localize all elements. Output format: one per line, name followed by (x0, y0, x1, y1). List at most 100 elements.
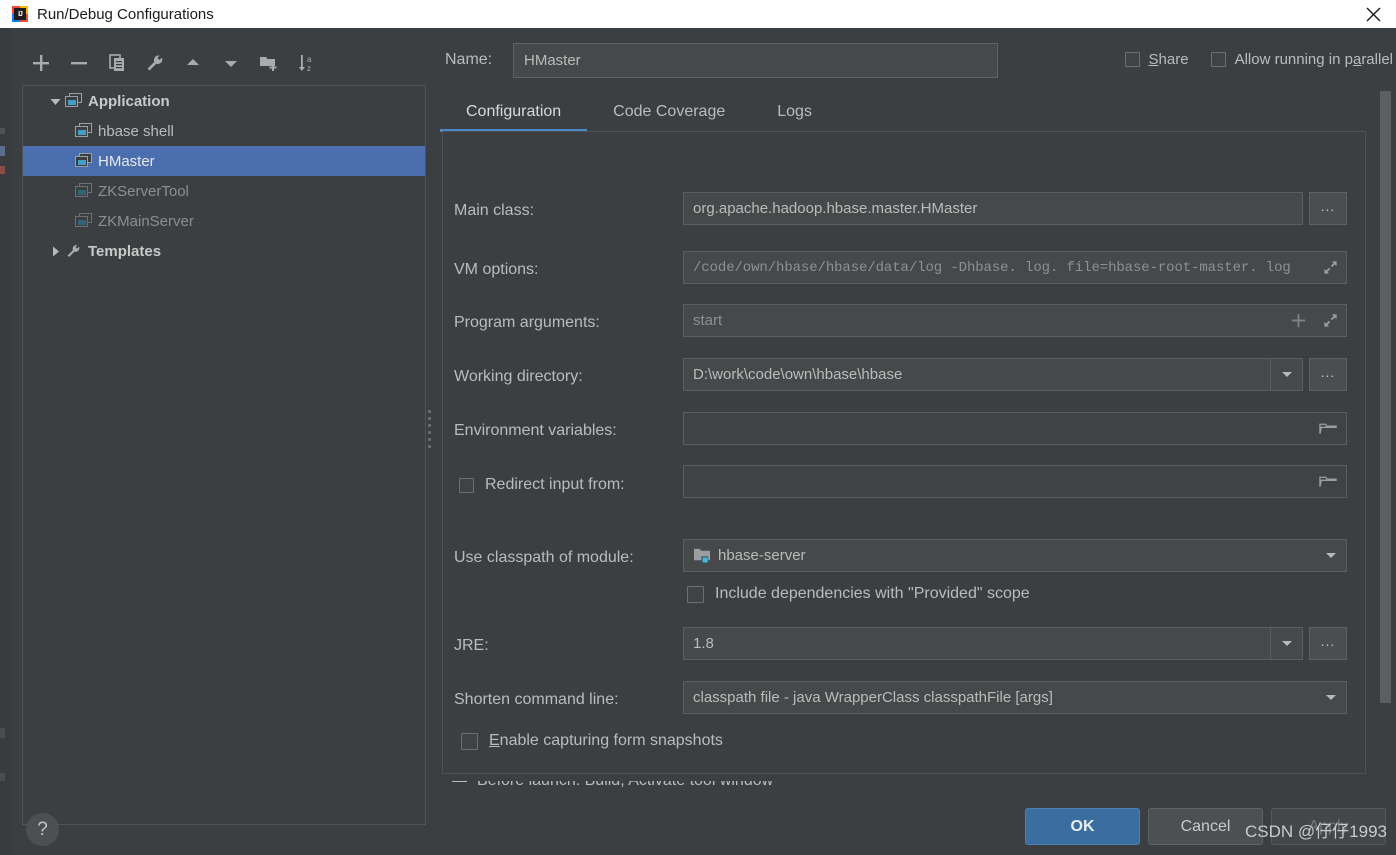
plus-icon[interactable] (1286, 305, 1310, 336)
share-checkbox[interactable]: Share (1124, 51, 1189, 68)
tab-label: Logs (777, 103, 812, 120)
move-up-button[interactable] (174, 46, 212, 80)
tree-node-hmaster[interactable]: HMaster (23, 146, 425, 176)
tab-configuration[interactable]: Configuration (440, 93, 588, 132)
sort-alphabetically-button[interactable]: a z (288, 46, 326, 80)
tree-node-label: HMaster (98, 152, 155, 170)
allow-parallel-checkbox-box[interactable] (1210, 52, 1226, 67)
include-provided-checkbox[interactable]: Include dependencies with "Provided" sco… (687, 585, 1030, 603)
tab-logs[interactable]: Logs (751, 93, 838, 131)
tree-node-zkmainserver[interactable]: ZKMainServer (23, 206, 425, 236)
environment-variables-input[interactable] (683, 412, 1347, 445)
chevron-down-icon[interactable] (1315, 682, 1346, 713)
name-row: Name: HMaster Share Allow running in par… (440, 43, 1396, 79)
browse-ellipsis-label: ... (1320, 197, 1336, 214)
chevron-down-icon[interactable] (1270, 628, 1302, 659)
include-provided-checkbox-box[interactable] (687, 585, 704, 603)
top-checkboxes: Share Allow running in parallel (1124, 51, 1393, 68)
close-icon[interactable] (1350, 0, 1396, 28)
move-down-button[interactable] (212, 46, 250, 80)
tree-node-label: Application (88, 92, 170, 110)
working-directory-browse-button[interactable]: ... (1309, 358, 1347, 391)
tree-node-application[interactable]: Application (23, 86, 425, 116)
working-directory-label: Working directory: (454, 368, 583, 385)
redirect-input-field[interactable] (683, 465, 1347, 498)
vertical-scrollbar[interactable] (1380, 91, 1391, 741)
tab-code-coverage[interactable]: Code Coverage (587, 93, 751, 131)
tree-node-zkservertool[interactable]: ZKServerTool (23, 176, 425, 206)
tree-node-hbase-shell[interactable]: hbase shell (23, 116, 425, 146)
tree-node-label: ZKServerTool (98, 182, 189, 200)
new-folder-button[interactable] (250, 46, 288, 80)
module-folder-icon (691, 547, 713, 565)
classpath-module-combo[interactable]: hbase-server (683, 539, 1347, 572)
application-icon (75, 213, 93, 229)
ok-button-label: OK (1070, 817, 1095, 835)
application-icon (75, 123, 93, 139)
scrollbar-thumb[interactable] (1380, 91, 1391, 703)
working-directory-value: D:\work\code\own\hbase\hbase (693, 366, 903, 383)
configurations-tree[interactable]: Application hbase shell HMaster ZKServer… (22, 85, 426, 825)
help-button[interactable]: ? (26, 813, 59, 846)
form-snapshots-checkbox-box[interactable] (461, 732, 478, 750)
program-arguments-label: Program arguments: (454, 314, 600, 331)
redirect-input-checkbox[interactable]: Redirect input from: (459, 476, 625, 494)
browse-ellipsis-label: ... (1320, 363, 1336, 380)
tree-node-label: hbase shell (98, 122, 174, 140)
intellij-idea-icon: IJ (12, 6, 28, 22)
chevron-down-icon[interactable] (1270, 359, 1302, 390)
title-bar: IJ Run/Debug Configurations (0, 0, 1396, 28)
vm-options-input[interactable]: /code/own/hbase/hbase/data/log -Dhbase. … (683, 251, 1347, 284)
folder-icon[interactable] (1316, 466, 1340, 497)
working-directory-input[interactable]: D:\work\code\own\hbase\hbase (683, 358, 1303, 391)
form-snapshots-label: Enable capturing form snapshots (489, 732, 723, 749)
form-snapshots-checkbox[interactable]: Enable capturing form snapshots (461, 732, 723, 750)
environment-variables-label: Environment variables: (454, 422, 617, 439)
jre-browse-button[interactable]: ... (1309, 627, 1347, 660)
before-launch-label: Before launch: Build, Activate tool wind… (477, 781, 773, 790)
before-launch-section[interactable]: Before launch: Build, Activate tool wind… (452, 781, 952, 797)
panel-splitter-handle[interactable] (427, 410, 434, 452)
vm-options-value: /code/own/hbase/hbase/data/log -Dhbase. … (693, 259, 1291, 276)
share-checkbox-box[interactable] (1124, 52, 1140, 67)
main-class-value: org.apache.hadoop.hbase.master.HMaster (693, 200, 978, 217)
expand-icon[interactable] (1318, 252, 1342, 283)
ok-button[interactable]: OK (1025, 808, 1140, 845)
jre-value: 1.8 (693, 635, 714, 652)
shorten-command-line-combo[interactable]: classpath file - java WrapperClass class… (683, 681, 1347, 714)
chevron-right-icon[interactable] (45, 245, 65, 258)
tree-node-label: ZKMainServer (98, 212, 194, 230)
configurations-toolbar: a z (22, 45, 326, 81)
shorten-command-line-value: classpath file - java WrapperClass class… (693, 689, 1053, 706)
watermark: CSDN @仔仔1993 (1245, 822, 1387, 841)
edit-templates-button[interactable] (136, 46, 174, 80)
left-edge-strip (0, 28, 12, 855)
jre-combo[interactable]: 1.8 (683, 627, 1303, 660)
name-input-value: HMaster (524, 52, 581, 69)
run-debug-configurations-dialog: IJ Run/Debug Configurations a z Applicat… (0, 0, 1396, 855)
application-icon (65, 93, 83, 109)
plus-icon (33, 55, 49, 71)
main-class-input[interactable]: org.apache.hadoop.hbase.master.HMaster (683, 192, 1303, 225)
new-folder-icon (260, 57, 277, 71)
copy-icon (109, 54, 124, 71)
allow-parallel-checkbox[interactable]: Allow running in parallel (1210, 51, 1393, 68)
redirect-input-checkbox-box[interactable] (459, 477, 474, 493)
remove-configuration-button[interactable] (60, 46, 98, 80)
name-input[interactable]: HMaster (513, 43, 998, 78)
configuration-editor-panel: Name: HMaster Share Allow running in par… (440, 28, 1396, 855)
tree-node-templates[interactable]: Templates (23, 236, 425, 266)
minus-icon (71, 62, 87, 65)
svg-text:z: z (307, 64, 311, 73)
copy-configuration-button[interactable] (98, 46, 136, 80)
main-class-browse-button[interactable]: ... (1309, 192, 1347, 225)
tree-node-label: Templates (88, 242, 162, 260)
add-configuration-button[interactable] (22, 46, 60, 80)
chevron-down-icon[interactable] (45, 95, 65, 108)
program-arguments-input[interactable]: start (683, 304, 1347, 337)
folder-icon[interactable] (1316, 413, 1340, 444)
expand-icon[interactable] (1318, 305, 1342, 336)
chevron-down-icon[interactable] (1315, 540, 1346, 571)
classpath-module-value: hbase-server (718, 547, 806, 564)
main-class-label: Main class: (454, 202, 535, 219)
